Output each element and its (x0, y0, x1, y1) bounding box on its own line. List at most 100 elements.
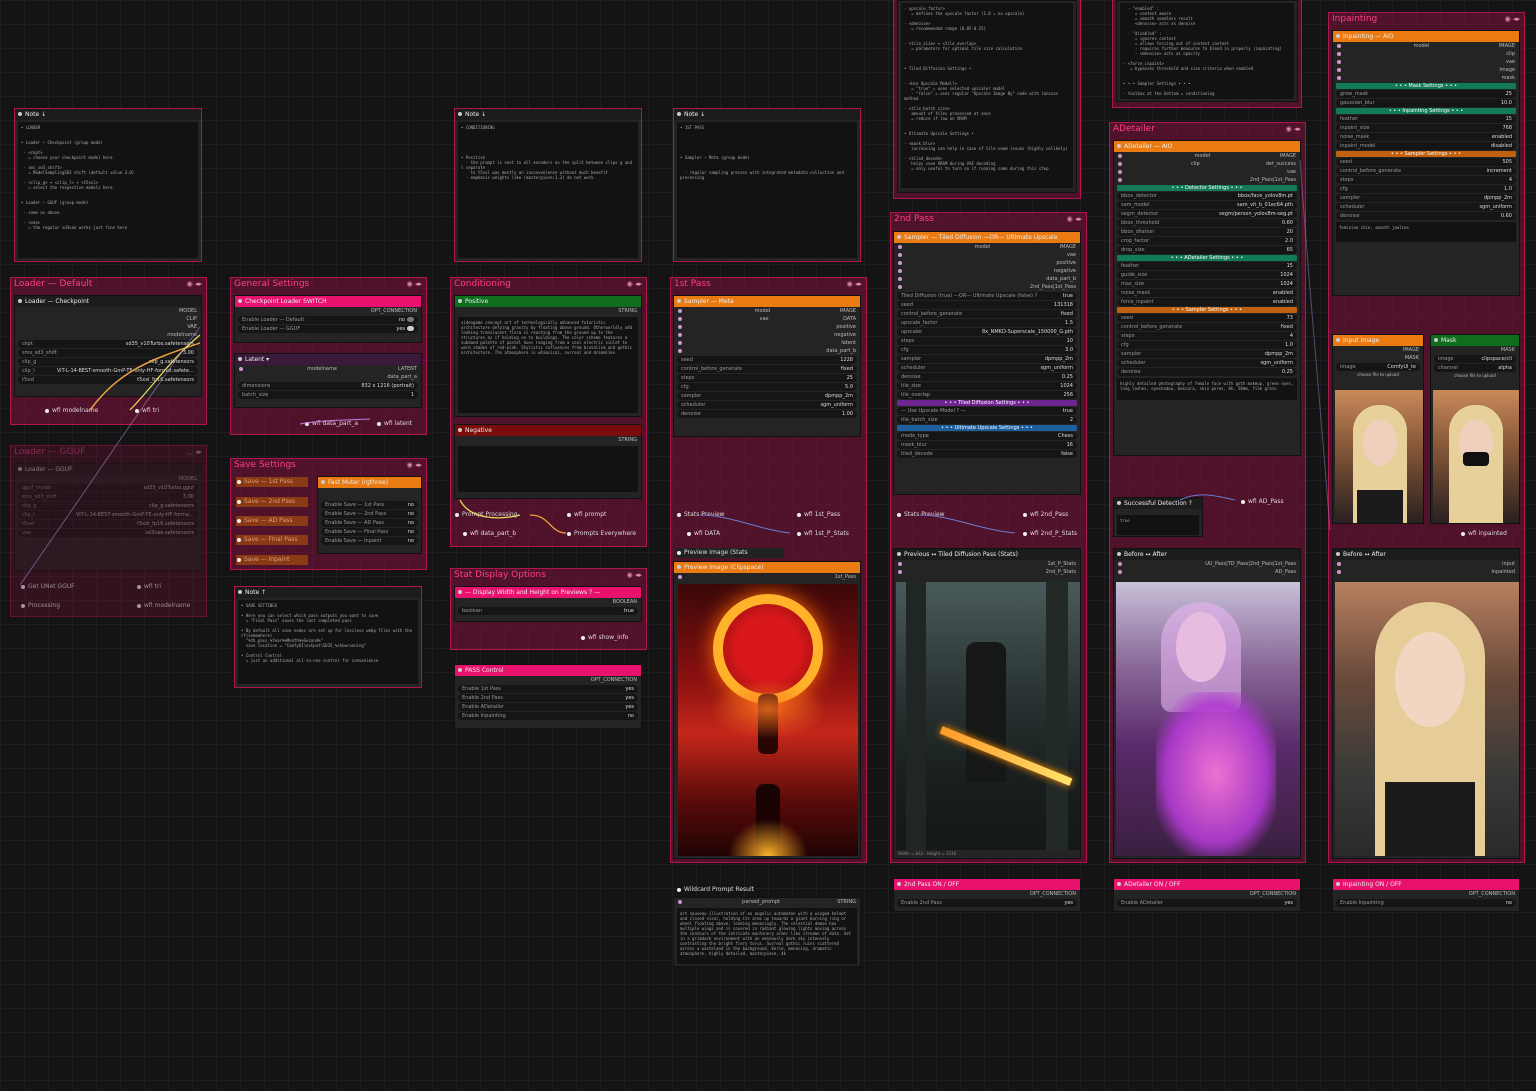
note-text[interactable]: • SAVE SETTINGS • Here you can select wh… (238, 600, 418, 684)
input-clip[interactable]: clip det_success (1114, 160, 1300, 168)
node-input-image[interactable]: Input Image IMAGE MASK image ComfyUI_te c… (1332, 334, 1424, 524)
note-text[interactable]: • CONDITIONING • Positive - the prompt i… (458, 122, 638, 258)
inpaint-prompt-textarea[interactable]: feminine chin, smooth jawline (1336, 222, 1516, 242)
widget-clip-g[interactable]: clip_g clip_g.safetensors (18, 502, 198, 510)
pill-wfi-show-info[interactable]: wfi show_info (580, 633, 628, 643)
input-vae[interactable]: vae DATA (674, 315, 860, 323)
node-display-size[interactable]: — Display Width and Height on Previews ?… (454, 586, 642, 622)
widget-clip-g[interactable]: clip_g clip_g.safetensors (18, 358, 198, 366)
output-opt-connection[interactable]: OPT_CONNECTION (455, 676, 641, 684)
widget-steps[interactable]: steps 4 (1117, 332, 1297, 340)
group-controls-icon[interactable]: ◉ ◂▸ (187, 278, 202, 290)
widget-bbox-threshold[interactable]: bbox_threshold 0.60 (1117, 219, 1297, 227)
group-controls-icon[interactable]: ◉ ◂▸ (1286, 123, 1301, 135)
toggle-save-final[interactable]: Enable Save — Final Pass no (321, 528, 418, 536)
node-preview-2nd-pass[interactable]: Previous ↔ Tiled Diffusion Pass (Stats) … (893, 548, 1081, 859)
note-1st-pass[interactable]: Note ↓ • 1ST PASS • Sampler — Meta (grou… (673, 108, 861, 262)
output-vae[interactable]: VAE (15, 323, 201, 331)
pill-wfi-modelname[interactable]: wfi modelname (44, 406, 98, 416)
input-vae[interactable]: vae (894, 251, 1080, 259)
output-modelname[interactable]: modelname (15, 331, 201, 339)
group-controls-icon[interactable]: ◉ ◂▸ (847, 278, 862, 290)
widget-control[interactable]: control_before_generate fixed (677, 365, 857, 373)
input-clip[interactable]: clip (1333, 50, 1519, 58)
input-positive[interactable]: positive (674, 323, 860, 331)
toggle-enable-adetailer[interactable]: Enable ADetailer yes (1117, 899, 1297, 907)
pill-wfi-tri[interactable]: wfi tri (134, 406, 159, 416)
widget-denoise[interactable]: denoise 0.60 (1336, 212, 1516, 220)
toggle-save-2nd[interactable]: Enable Save — 2nd Pass no (321, 510, 418, 518)
widget-control[interactable]: control_before_generate fixed (897, 310, 1077, 318)
widget-dimensions[interactable]: dimensions 832 x 1216 (portrait) (238, 382, 418, 390)
node-loader-gguf[interactable]: Loader — GGUF MODEL gguf_model sd35_v10Tu… (14, 463, 202, 571)
pill-prompt-processing[interactable]: Prompt Processing (454, 510, 517, 520)
pill-wfi-tri[interactable]: wfi tri (136, 582, 161, 592)
widget-tile-batch-size[interactable]: tile_batch_size 2 (897, 416, 1077, 424)
pill-stats-preview[interactable]: Stats Preview (896, 510, 945, 520)
widget-control[interactable]: control_before_generate increment (1336, 167, 1516, 175)
widget-clip-l[interactable]: clip_l ViT-L-14-BEST-smooth-GmP-TE-only-H… (18, 511, 198, 519)
input-model[interactable]: model IMAGE (674, 307, 860, 315)
input-positive[interactable]: positive (894, 259, 1080, 267)
toggle-save-1st[interactable]: Enable Save — 1st Pass no (321, 501, 418, 509)
output-string[interactable]: STRING (455, 436, 641, 444)
widget-feather[interactable]: feather 15 (1117, 262, 1297, 270)
widget-upscaler[interactable]: upscaler 8x_NMKD-Superscale_150000_G.pth (897, 328, 1077, 336)
toggle-use-upscale-model[interactable]: — Use Upscale Model ? — true (897, 407, 1077, 415)
node-sampler-meta[interactable]: Sampler — Meta model IMAGE vae DATA positi… (673, 295, 861, 437)
node-pass-control[interactable]: PASS Control OPT_CONNECTION Enable 1st P… (454, 664, 642, 729)
toggle-save-ad[interactable]: Enable Save — AD Pass no (321, 519, 418, 527)
widget-tile-size[interactable]: tile_size 1024 (897, 382, 1077, 390)
node-successful-detection[interactable]: Successful Detection ? true (1113, 497, 1203, 537)
widget-sampler[interactable]: sampler dpmpp_2m (897, 355, 1077, 363)
output-opt-connection[interactable]: OPT_CONNECTION (1333, 890, 1519, 898)
input-mask[interactable]: mask (1333, 74, 1519, 82)
pill-stats-preview[interactable]: Stats Preview (676, 510, 725, 520)
input-data-part-b[interactable]: data_part_b (894, 275, 1080, 283)
button-save-2nd-pass[interactable]: Save — 2nd Pass (236, 497, 308, 507)
toggle-force-inpaint[interactable]: force_inpaint enabled (1117, 298, 1297, 306)
widget-max-size[interactable]: max_size 1024 (1117, 280, 1297, 288)
note-save[interactable]: Note ↑ • SAVE SETTINGS • Here you can se… (234, 586, 422, 688)
node-sampler-tiled[interactable]: Sampler — Tiled Diffusion —OR— Ultimate … (893, 231, 1081, 495)
output-opt-connection[interactable]: OPT_CONNECTION (1114, 890, 1300, 898)
input-negative[interactable]: negative (894, 267, 1080, 275)
toggle-enable-inpainting[interactable]: Enable Inpainting no (1336, 899, 1516, 907)
widget-denoise[interactable]: denoise 0.25 (897, 373, 1077, 381)
widget-image[interactable]: image ComfyUI_te (1336, 363, 1420, 371)
input-vae[interactable]: vae (1333, 58, 1519, 66)
widget-sam-model[interactable]: sam_model sam_vit_b_01ec64.pth (1117, 201, 1297, 209)
button-save-ad-pass[interactable]: Save — AD Pass (236, 516, 308, 526)
input-pass[interactable]: 2nd_Pass|1st_Pass (1114, 176, 1300, 184)
widget-mode-type[interactable]: mode_type Chess (897, 432, 1077, 440)
node-latent[interactable]: Latent ▾ modelname LATENT data_part_a dim… (234, 353, 422, 408)
toggle-enable-adetailer[interactable]: Enable ADetailer yes (458, 703, 638, 711)
output-mask[interactable]: MASK (1333, 354, 1423, 362)
input-negative[interactable]: negative (674, 331, 860, 339)
input-image[interactable]: image (1333, 66, 1519, 74)
toggle-enable-inpainting[interactable]: Enable Inpainting no (458, 712, 638, 720)
widget-t5xxl[interactable]: t5xxl t5xxl_fp16.safetensors (18, 376, 198, 384)
widget-channel[interactable]: channel alpha (1434, 364, 1516, 372)
output-mask[interactable]: MASK (1431, 346, 1519, 354)
widget-feather[interactable]: feather 15 (1336, 115, 1516, 123)
note-adetailer[interactable]: - "enabled" : = context aware = smooth s… (1116, 0, 1298, 102)
input-1st-p-stats[interactable]: 1st_P_Stats (894, 560, 1080, 568)
input-parsed-prompt[interactable]: parsed_prompt STRING (674, 898, 860, 906)
node-positive[interactable]: Positive STRING videogame concept art of… (454, 295, 642, 417)
pill-wfi-inpainted[interactable]: wfi inpainted (1460, 529, 1507, 539)
node-2nd-pass-onoff[interactable]: 2nd Pass ON / OFF OPT_CONNECTION Enable … (893, 878, 1081, 912)
input-model[interactable]: model IMAGE (1333, 42, 1519, 50)
note-text[interactable]: - "enabled" : = context aware = smooth s… (1120, 3, 1294, 99)
output-opt-connection[interactable]: OPT_CONNECTION (235, 307, 421, 315)
widget-batch-size[interactable]: batch_size 1 (238, 391, 418, 399)
negative-prompt-textarea[interactable] (458, 446, 638, 492)
group-controls-icon[interactable]: ◡ ◂▸ (187, 446, 202, 458)
output-data-part-a[interactable]: data_part_a (235, 373, 421, 381)
button-save-1st-pass[interactable]: Save — 1st Pass (236, 477, 308, 487)
widget-drop-size[interactable]: drop_size 65 (1117, 246, 1297, 254)
widget-sms-shift[interactable]: sms_sd3_shift 3.00 (18, 349, 198, 357)
widget-inpaint-size[interactable]: inpaint_size 768 (1336, 124, 1516, 132)
pill-wfi-1st-pass[interactable]: wfi 1st_Pass (796, 510, 840, 520)
adetailer-prompt-textarea[interactable]: highly detailed photography of female fa… (1117, 378, 1297, 400)
